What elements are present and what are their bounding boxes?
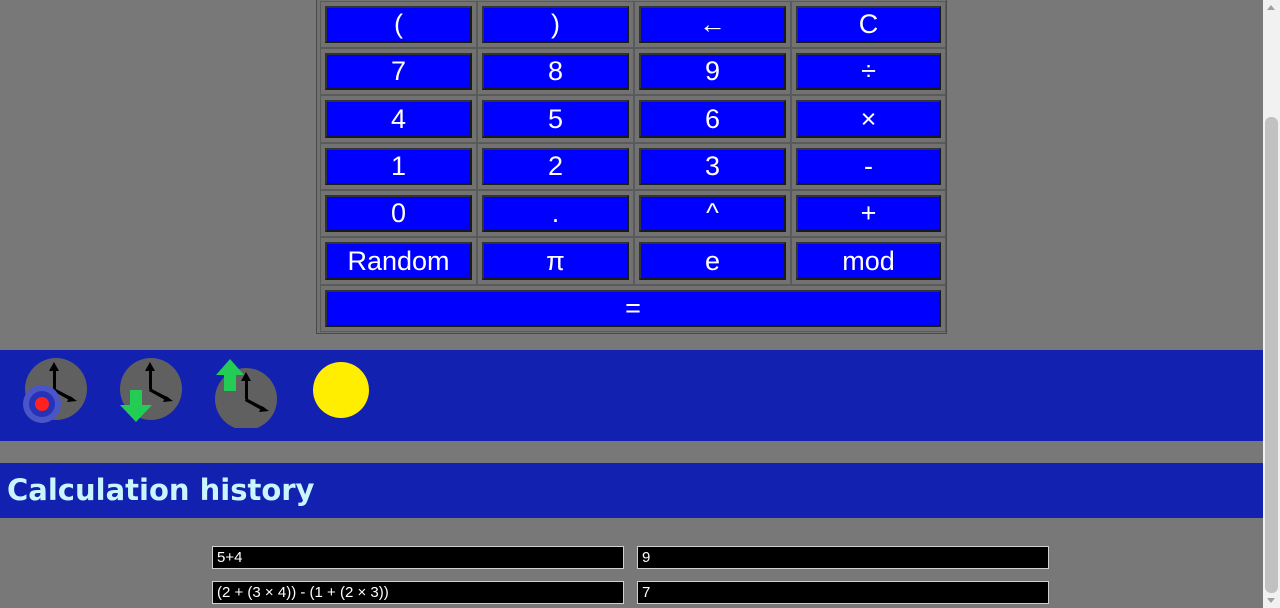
key-0[interactable]: 0 (325, 195, 472, 232)
clock-download-button[interactable] (116, 358, 186, 428)
scrollbar-thumb[interactable] (1265, 117, 1278, 593)
scroll-down-arrow-icon[interactable] (1267, 598, 1275, 603)
keypad-cell: ( (320, 1, 477, 48)
keypad-cell: + (791, 190, 946, 237)
clock-download-icon (120, 358, 182, 422)
keypad-cell: 8 (477, 48, 634, 95)
keypad-cell: e (634, 237, 791, 285)
keypad-cell: 9 (634, 48, 791, 95)
key-divide[interactable]: ÷ (796, 53, 941, 90)
key-equals[interactable]: = (325, 290, 941, 327)
keypad-cell: × (791, 95, 946, 143)
key-power[interactable]: ^ (639, 195, 786, 232)
keypad-cell: 7 (320, 48, 477, 95)
key-6[interactable]: 6 (639, 100, 786, 138)
clock-record-button[interactable] (20, 358, 90, 428)
key-clear[interactable]: C (796, 6, 941, 43)
key-decimal[interactable]: . (482, 195, 629, 232)
keypad-cell: 6 (634, 95, 791, 143)
keypad-cell: - (791, 143, 946, 190)
keypad-cell: 1 (320, 143, 477, 190)
keypad-cell: . (477, 190, 634, 237)
key-backspace[interactable]: ← (639, 6, 786, 43)
key-open-paren[interactable]: ( (325, 6, 472, 43)
history-result-field[interactable]: 9 (637, 546, 1049, 569)
theme-toggle-button[interactable] (306, 358, 376, 428)
key-pi[interactable]: π (482, 242, 629, 280)
history-title: Calculation history (7, 473, 315, 507)
keypad-cell: 0 (320, 190, 477, 237)
keypad-cell: 5 (477, 95, 634, 143)
key-5[interactable]: 5 (482, 100, 629, 138)
history-expression-field[interactable]: (2 + (3 × 4)) - (1 + (2 × 3)) (212, 581, 624, 604)
key-1[interactable]: 1 (325, 148, 472, 185)
key-3[interactable]: 3 (639, 148, 786, 185)
key-subtract[interactable]: - (796, 148, 941, 185)
keypad-cell: Random (320, 237, 477, 285)
keypad-cell: 4 (320, 95, 477, 143)
key-2[interactable]: 2 (482, 148, 629, 185)
scroll-up-arrow-icon[interactable] (1267, 5, 1275, 10)
clock-record-icon (23, 358, 87, 423)
toolbar (0, 350, 1263, 441)
key-add[interactable]: + (796, 195, 941, 232)
keypad-cell: C (791, 1, 946, 48)
keypad-cell: 3 (634, 143, 791, 190)
key-7[interactable]: 7 (325, 53, 472, 90)
key-9[interactable]: 9 (639, 53, 786, 90)
key-4[interactable]: 4 (325, 100, 472, 138)
history-result-field[interactable]: 7 (637, 581, 1049, 604)
clock-upload-button[interactable] (212, 358, 282, 430)
keypad-cell: 2 (477, 143, 634, 190)
history-header: Calculation history (0, 463, 1263, 518)
calculator-keypad: ( ) ← C 7 8 9 ÷ 4 5 6 × 1 2 3 - 0 . ^ + … (316, 0, 947, 334)
keypad-cell: ÷ (791, 48, 946, 95)
key-8[interactable]: 8 (482, 53, 629, 90)
keypad-cell: ^ (634, 190, 791, 237)
key-multiply[interactable]: × (796, 100, 941, 138)
key-mod[interactable]: mod (796, 242, 941, 280)
keypad-cell: ← (634, 1, 791, 48)
keypad-cell: mod (791, 237, 946, 285)
key-euler[interactable]: e (639, 242, 786, 280)
keypad-cell: π (477, 237, 634, 285)
sun-theme-icon (313, 362, 369, 418)
history-expression-field[interactable]: 5+4 (212, 546, 624, 569)
key-close-paren[interactable]: ) (482, 6, 629, 43)
vertical-scrollbar[interactable] (1263, 0, 1280, 608)
keypad-cell: = (320, 285, 946, 332)
key-random[interactable]: Random (325, 242, 472, 280)
keypad-cell: ) (477, 1, 634, 48)
clock-upload-icon (215, 359, 277, 430)
